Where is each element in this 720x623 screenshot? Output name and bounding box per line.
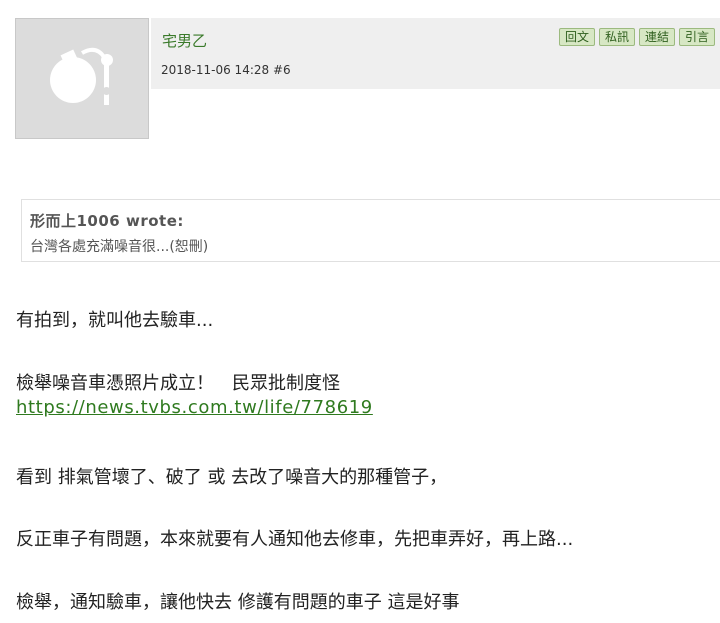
post-body-line-2: 檢舉噪音車憑照片成立！ 民眾批制度怪 [16,373,340,394]
quote-text: 台灣各處充滿噪音很...(恕刪) [30,239,209,255]
post-body-line-5: 檢舉，通知驗車，讓他快去 修護有問題的車子 這是好事 [16,592,460,613]
news-link[interactable]: https://news.tvbs.com.tw/life/778619 [16,397,373,418]
author-name[interactable]: 宅男乙 [162,30,207,51]
private-message-button[interactable]: 私訊 [599,28,636,46]
default-avatar-bomb-icon [50,47,113,105]
permalink-button[interactable]: 連結 [639,28,676,46]
post-body-line-4: 反正車子有問題，本來就要有人通知他去修車，先把車弄好，再上路... [16,529,574,550]
quote-block: 形而上1006 wrote: 台灣各處充滿噪音很...(恕刪) [21,199,720,262]
post-meta: 2018-11-06 14:28 #6 [161,63,291,77]
post-header: 宅男乙 2018-11-06 14:28 #6 回文 私訊 連結 引言 [151,18,720,89]
avatar[interactable] [15,18,149,139]
quote-button[interactable]: 引言 [679,28,716,46]
post-body-line-1: 有拍到，就叫他去驗車... [16,310,214,331]
quote-author: 形而上1006 wrote: [30,212,184,230]
reply-button[interactable]: 回文 [559,28,596,46]
post-actions: 回文 私訊 連結 引言 [559,28,716,46]
post-body-line-3: 看到 排氣管壞了、破了 或 去改了噪音大的那種管子， [16,467,448,488]
post-floor: #6 [272,63,291,77]
post-timestamp: 2018-11-06 14:28 [161,63,270,77]
